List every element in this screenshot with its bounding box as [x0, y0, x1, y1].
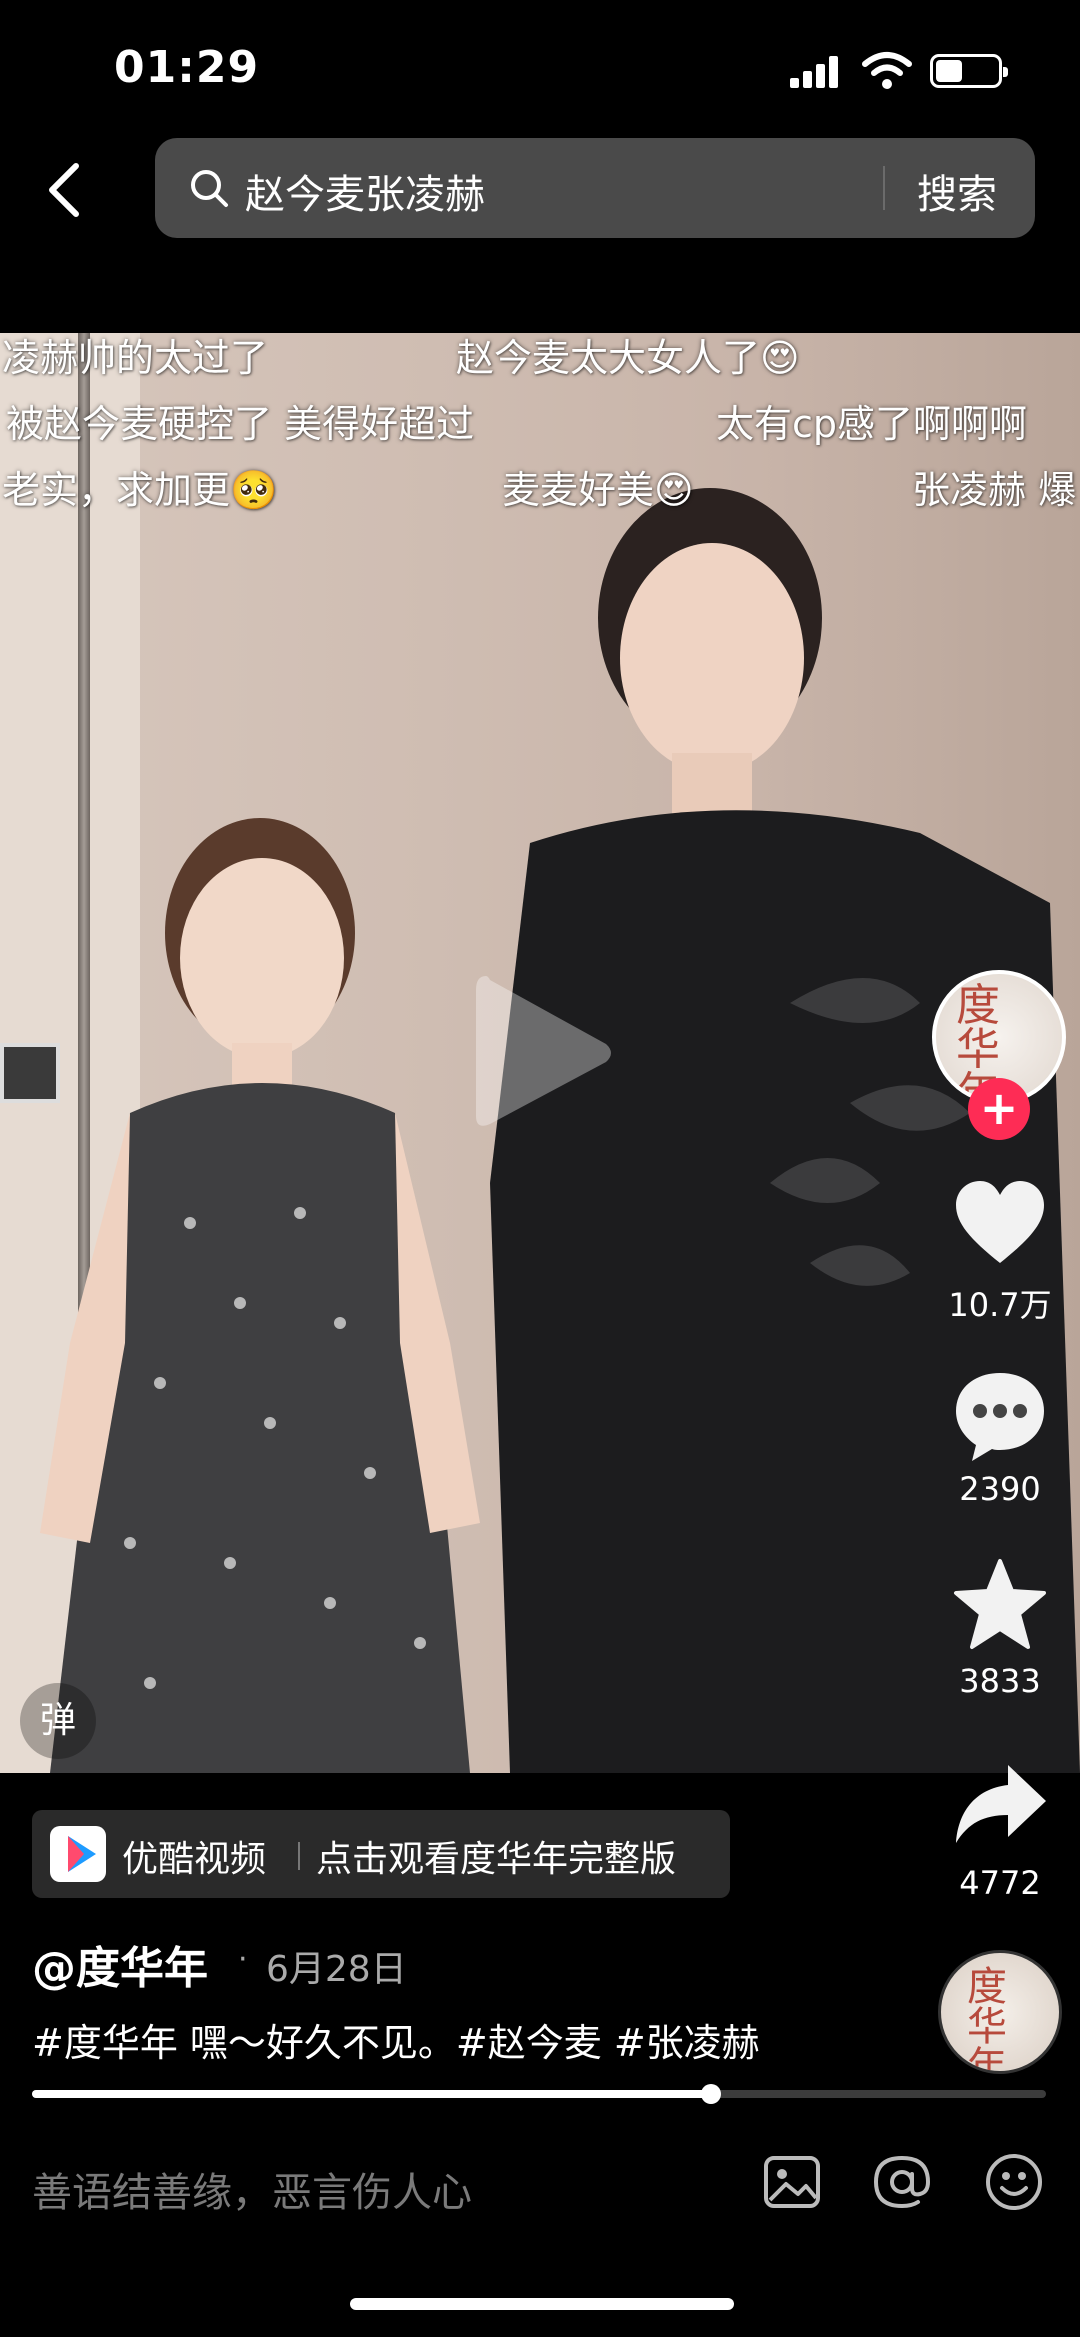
danmaku-comment: 太有cp感了啊啊啊 [716, 402, 1028, 446]
wifi-icon [862, 52, 912, 89]
follow-button[interactable]: + [968, 1078, 1030, 1140]
heart-eyes-emoji: 😍 [760, 336, 800, 380]
post-date: 6月28日 [266, 1949, 407, 1990]
woman-figure [40, 818, 480, 1773]
danmaku-comment: 凌赫帅的太过了 [2, 336, 269, 380]
promo-banner[interactable]: 优酷视频 点击观看度华年完整版 [32, 1810, 730, 1898]
pleading-emoji: 🥺 [230, 468, 278, 512]
favorite-count: 3833 [959, 1662, 1041, 1700]
progress-fill [32, 2090, 712, 2098]
share-icon[interactable] [950, 1755, 1050, 1855]
post-username[interactable]: @度华年 [32, 1932, 208, 1996]
video-player[interactable]: 凌赫帅的太过了 赵今麦太大女人了😍 被赵今麦硬控了 美得好超过 太有cp感了啊啊… [0, 333, 1080, 1773]
danmaku-comment: 麦麦好美😍 [502, 468, 694, 512]
emoji-icon[interactable] [982, 2150, 1046, 2214]
battery-icon [930, 54, 1008, 88]
promo-divider [298, 1842, 300, 1870]
comment-icon[interactable] [950, 1365, 1050, 1465]
youku-logo-icon [50, 1826, 106, 1882]
search-input[interactable]: 赵今麦张凌赫 [245, 162, 485, 220]
danmu-toggle-button[interactable]: 弹 [20, 1683, 96, 1759]
music-disc-text: 度华年 [967, 1964, 1007, 2074]
image-icon[interactable] [760, 2150, 824, 2214]
danmaku-comment: 张凌赫 爆 [912, 468, 1077, 512]
video-progress-bar[interactable] [32, 2084, 1046, 2104]
signal-icon [790, 56, 840, 88]
comment-count: 2390 [959, 1470, 1041, 1508]
search-divider [883, 166, 885, 210]
progress-knob[interactable] [701, 2084, 722, 2104]
at-mention-icon[interactable] [870, 2150, 934, 2214]
promo-app-name: 优酷视频 [122, 1839, 267, 1880]
play-icon[interactable] [468, 968, 618, 1138]
post-caption[interactable]: #度华年 嘿～好久不见。#赵今麦 #张凌赫 [32, 2012, 760, 2067]
music-disc[interactable]: 度华年 [938, 1950, 1062, 2074]
separator-dot: · [238, 1942, 248, 1977]
danmaku-comment: 老实，求加更🥺 [2, 468, 278, 512]
star-icon[interactable] [950, 1555, 1050, 1655]
danmaku-comment: 赵今麦太大女人了😍 [456, 336, 800, 380]
promo-cta[interactable]: 点击观看度华年完整版 [316, 1830, 676, 1882]
search-button[interactable]: 搜索 [917, 162, 997, 220]
home-indicator [350, 2298, 734, 2310]
comment-input[interactable]: 善语结善缘，恶言伤人心 [32, 2160, 472, 2218]
heart-eyes-emoji: 😍 [654, 468, 694, 512]
status-time: 01:29 [114, 42, 260, 93]
like-count: 10.7万 [948, 1286, 1052, 1324]
heart-icon[interactable] [950, 1175, 1050, 1275]
share-count: 4772 [959, 1864, 1041, 1902]
danmaku-comment: 被赵今麦硬控了 美得好超过 [6, 402, 475, 446]
search-bar[interactable]: 赵今麦张凌赫 搜索 [155, 138, 1035, 238]
back-icon[interactable] [40, 160, 90, 220]
search-icon [191, 170, 228, 207]
